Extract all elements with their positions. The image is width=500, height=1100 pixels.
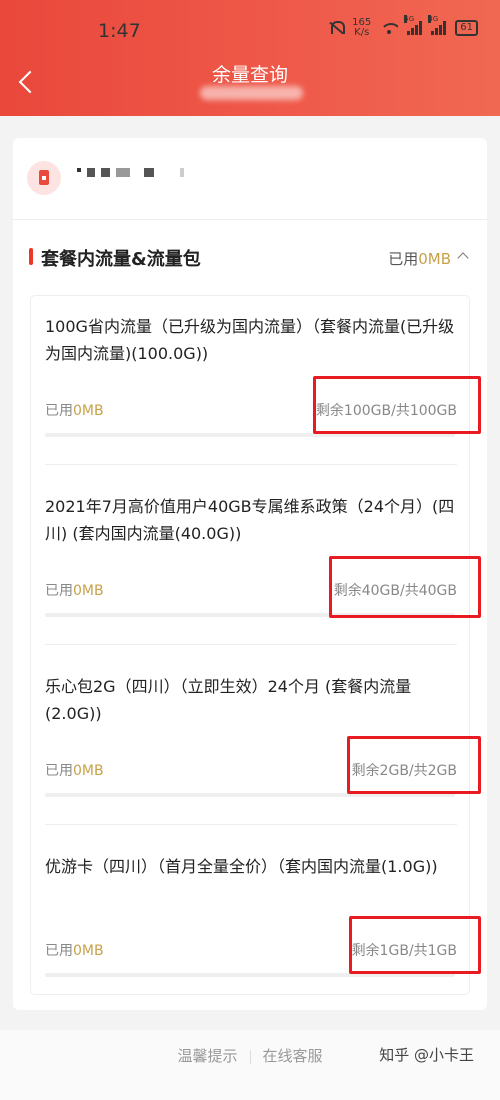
- package-divider: [45, 644, 457, 645]
- highlight-box: [329, 556, 481, 618]
- status-bar: 1:47 165 K/s 5G 4G 61: [0, 0, 500, 52]
- footer-divider: [249, 1049, 251, 1064]
- wifi-icon: [380, 21, 399, 35]
- package-used: 已用0MB: [45, 763, 104, 779]
- package-used: 已用0MB: [45, 583, 104, 599]
- page-title: 余量查询: [211, 64, 288, 86]
- package-list: 100G省内流量（已升级为国内流量）（套餐内流量(已升级为国内流量)(100.0…: [30, 295, 481, 995]
- package-divider: [45, 824, 457, 825]
- network-type-label: 5G: [404, 15, 415, 23]
- package-divider: [45, 464, 457, 465]
- chevron-up-icon[interactable]: [457, 252, 469, 264]
- package-name: 乐心包2G（四川）（立即生效）24个月 (套餐内流量(2.0G)): [45, 677, 412, 723]
- section-used-total[interactable]: 已用0MB: [388, 248, 451, 269]
- online-service-link[interactable]: 在线客服: [263, 1045, 323, 1066]
- watermark: 知乎 @小卡王: [379, 1046, 474, 1064]
- network-speed: 165 K/s: [352, 17, 372, 38]
- signal-icon-1: 5G: [404, 15, 423, 35]
- package-name: 优游卡（四川）（首月全量全价）（套内国内流量(1.0G)): [45, 857, 438, 876]
- section-title: 套餐内流量&流量包: [41, 249, 201, 270]
- section-accent-bar: [29, 248, 33, 265]
- status-icons: 165 K/s 5G 4G 61: [329, 15, 478, 38]
- account-row[interactable]: [13, 138, 487, 220]
- masked-account-number: [77, 167, 184, 177]
- package-used: 已用0MB: [45, 943, 104, 959]
- blurred-phone-number: [200, 86, 303, 100]
- balance-card: 套餐内流量&流量包 已用0MB 100G省内流量（已升级为国内流量）（套餐内流量…: [13, 138, 487, 1010]
- signal-icon-2: 4G: [428, 15, 447, 35]
- status-time: 1:47: [98, 20, 141, 42]
- highlight-box: [313, 376, 481, 434]
- footer: 温馨提示 在线客服 知乎 @小卡王: [0, 1030, 500, 1100]
- mute-bell-icon: [329, 20, 346, 36]
- package-used: 已用0MB: [45, 403, 104, 419]
- sim-card-icon: [27, 161, 61, 195]
- tips-link[interactable]: 温馨提示: [177, 1045, 237, 1066]
- highlight-box: [349, 916, 481, 974]
- package-name: 2021年7月高价值用户40GB专属维系政策（24个月）(四川) (套内国内流量…: [45, 497, 455, 543]
- app-header: 1:47 165 K/s 5G 4G 61 余量查询: [0, 0, 500, 116]
- package-name: 100G省内流量（已升级为国内流量）（套餐内流量(已升级为国内流量)(100.0…: [45, 317, 455, 363]
- network-type-label: 4G: [428, 15, 439, 23]
- battery-icon: 61: [455, 20, 478, 36]
- highlight-box: [347, 736, 481, 794]
